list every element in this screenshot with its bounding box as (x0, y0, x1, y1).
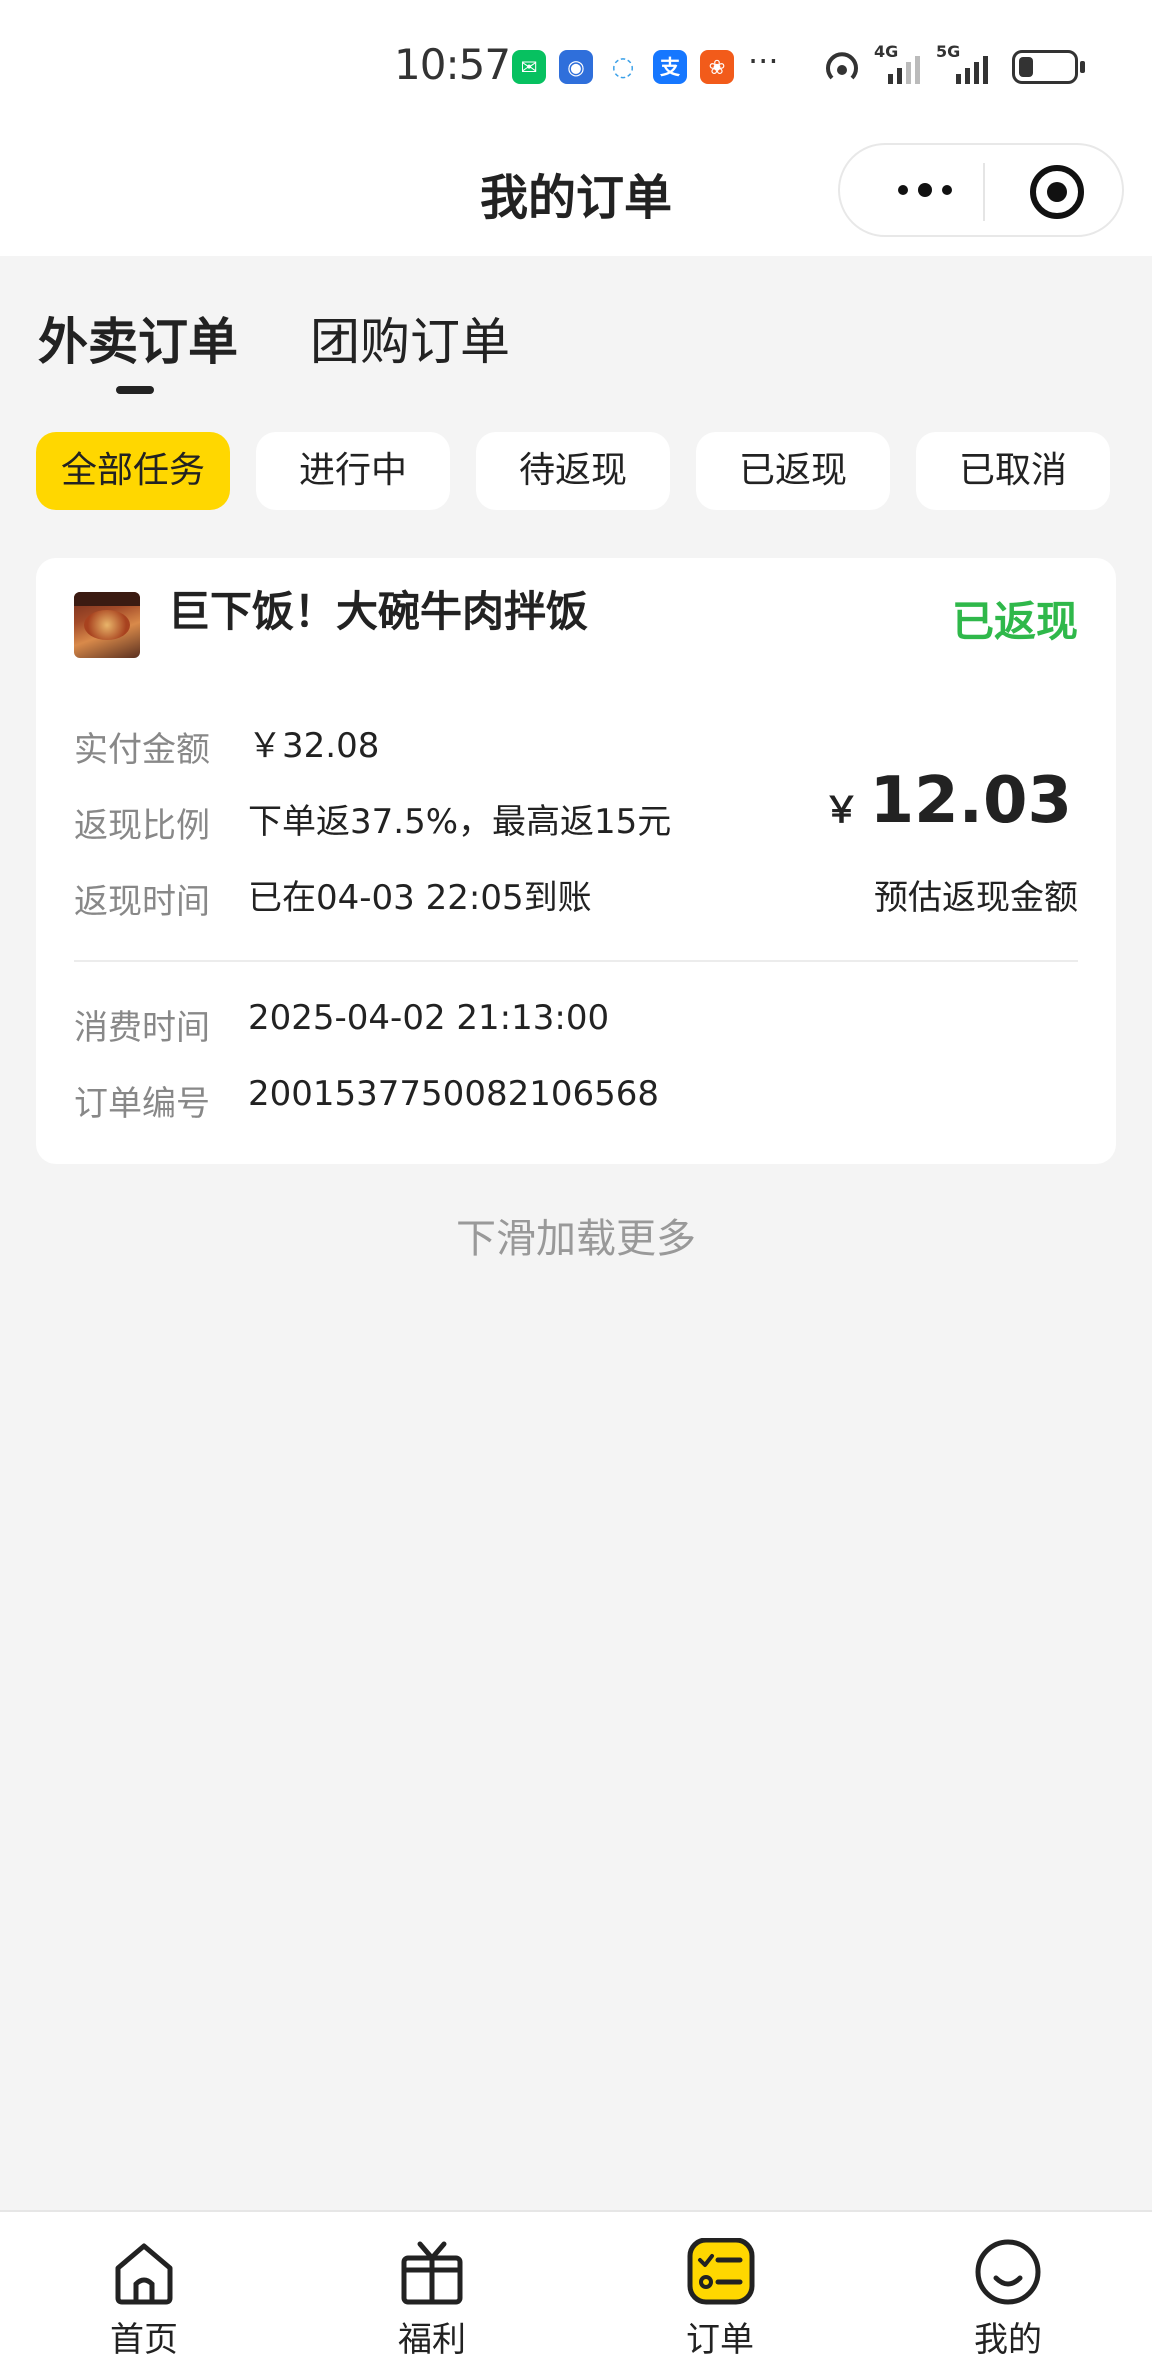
capsule-divider (983, 163, 985, 221)
card-divider (74, 960, 1078, 962)
nav-bar: 我的订单 (0, 130, 1152, 256)
signal-4g-icon: 4G (874, 42, 926, 84)
tabbar-home-label: 首页 (110, 2320, 178, 2360)
battery-icon (1012, 50, 1085, 84)
filter-cashback-done[interactable]: 已返现 (696, 432, 890, 510)
tab-group-buy-orders[interactable]: 团购订单 (310, 302, 510, 374)
tabbar-orders[interactable]: 订单 (630, 2212, 810, 2376)
filter-all-tasks[interactable]: 全部任务 (36, 432, 230, 510)
mini-program-capsule (838, 143, 1124, 237)
estimated-cashback: ￥ 12.03 (824, 764, 1072, 838)
order-number-value: 2001537750082106568 (248, 1074, 660, 1114)
tabbar-orders-label: 订单 (686, 2320, 754, 2360)
gift-icon (401, 2241, 463, 2305)
filter-cancelled[interactable]: 已取消 (916, 432, 1110, 510)
order-number-label: 订单编号 (74, 1084, 210, 1124)
paid-amount-value: ￥32.08 (248, 726, 380, 766)
load-more-hint: 下滑加载更多 (456, 1216, 696, 1262)
tabbar-welfare-label: 福利 (398, 2320, 466, 2360)
order-list-icon (687, 2238, 755, 2305)
smile-face-icon (975, 2239, 1041, 2305)
orange-app-icon: ❀ (700, 50, 734, 84)
order-status-badge: 已返现 (951, 597, 1078, 646)
more-notifications-icon: ··· (748, 42, 779, 80)
tab-takeout-orders[interactable]: 外卖订单 (38, 302, 238, 374)
signal-5g-icon: 5G (936, 42, 1000, 84)
close-mini-program-icon[interactable] (1030, 165, 1084, 219)
tabbar-mine-label: 我的 (974, 2320, 1042, 2360)
filter-pending-cashback[interactable]: 待返现 (476, 432, 670, 510)
chat-bubble-icon: ◌ (606, 50, 640, 84)
status-bar: 10:57 ✉ ◉ ◌ 支 ❀ ··· 4G 5G (0, 0, 1152, 130)
more-options-icon[interactable] (880, 157, 970, 223)
blue-app-icon: ◉ (559, 50, 593, 84)
bottom-tab-bar: 首页 福利 订单 我的 (0, 2210, 1152, 2376)
consume-time-value: 2025-04-02 21:13:00 (248, 998, 610, 1038)
cashback-caption: 预估返现金额 (874, 878, 1078, 918)
cashback-time-label: 返现时间 (74, 882, 210, 922)
active-tab-indicator (116, 386, 154, 394)
home-icon (115, 2243, 173, 2305)
hotspot-icon (826, 52, 858, 80)
order-card[interactable]: 巨下饭！大碗牛肉拌饭 已返现 实付金额 ￥32.08 返现比例 下单返37.5%… (36, 558, 1116, 1164)
paid-amount-label: 实付金额 (74, 730, 210, 770)
alipay-icon: 支 (653, 50, 687, 84)
tabbar-home[interactable]: 首页 (54, 2212, 234, 2376)
cashback-amount: 12.03 (869, 764, 1072, 838)
cashback-time-value: 已在04-03 22:05到账 (248, 878, 592, 918)
wechat-icon: ✉ (512, 50, 546, 84)
currency-symbol: ￥ (823, 790, 860, 831)
cashback-ratio-label: 返现比例 (74, 806, 210, 846)
tabbar-welfare[interactable]: 福利 (342, 2212, 522, 2376)
status-time: 10:57 (394, 40, 511, 89)
consume-time-label: 消费时间 (74, 1008, 210, 1048)
shop-thumbnail (74, 592, 140, 658)
filter-in-progress[interactable]: 进行中 (256, 432, 450, 510)
cashback-ratio-value: 下单返37.5%，最高返15元 (248, 802, 672, 842)
shop-name: 巨下饭！大碗牛肉拌饭 (168, 587, 589, 636)
tabbar-mine[interactable]: 我的 (918, 2212, 1098, 2376)
